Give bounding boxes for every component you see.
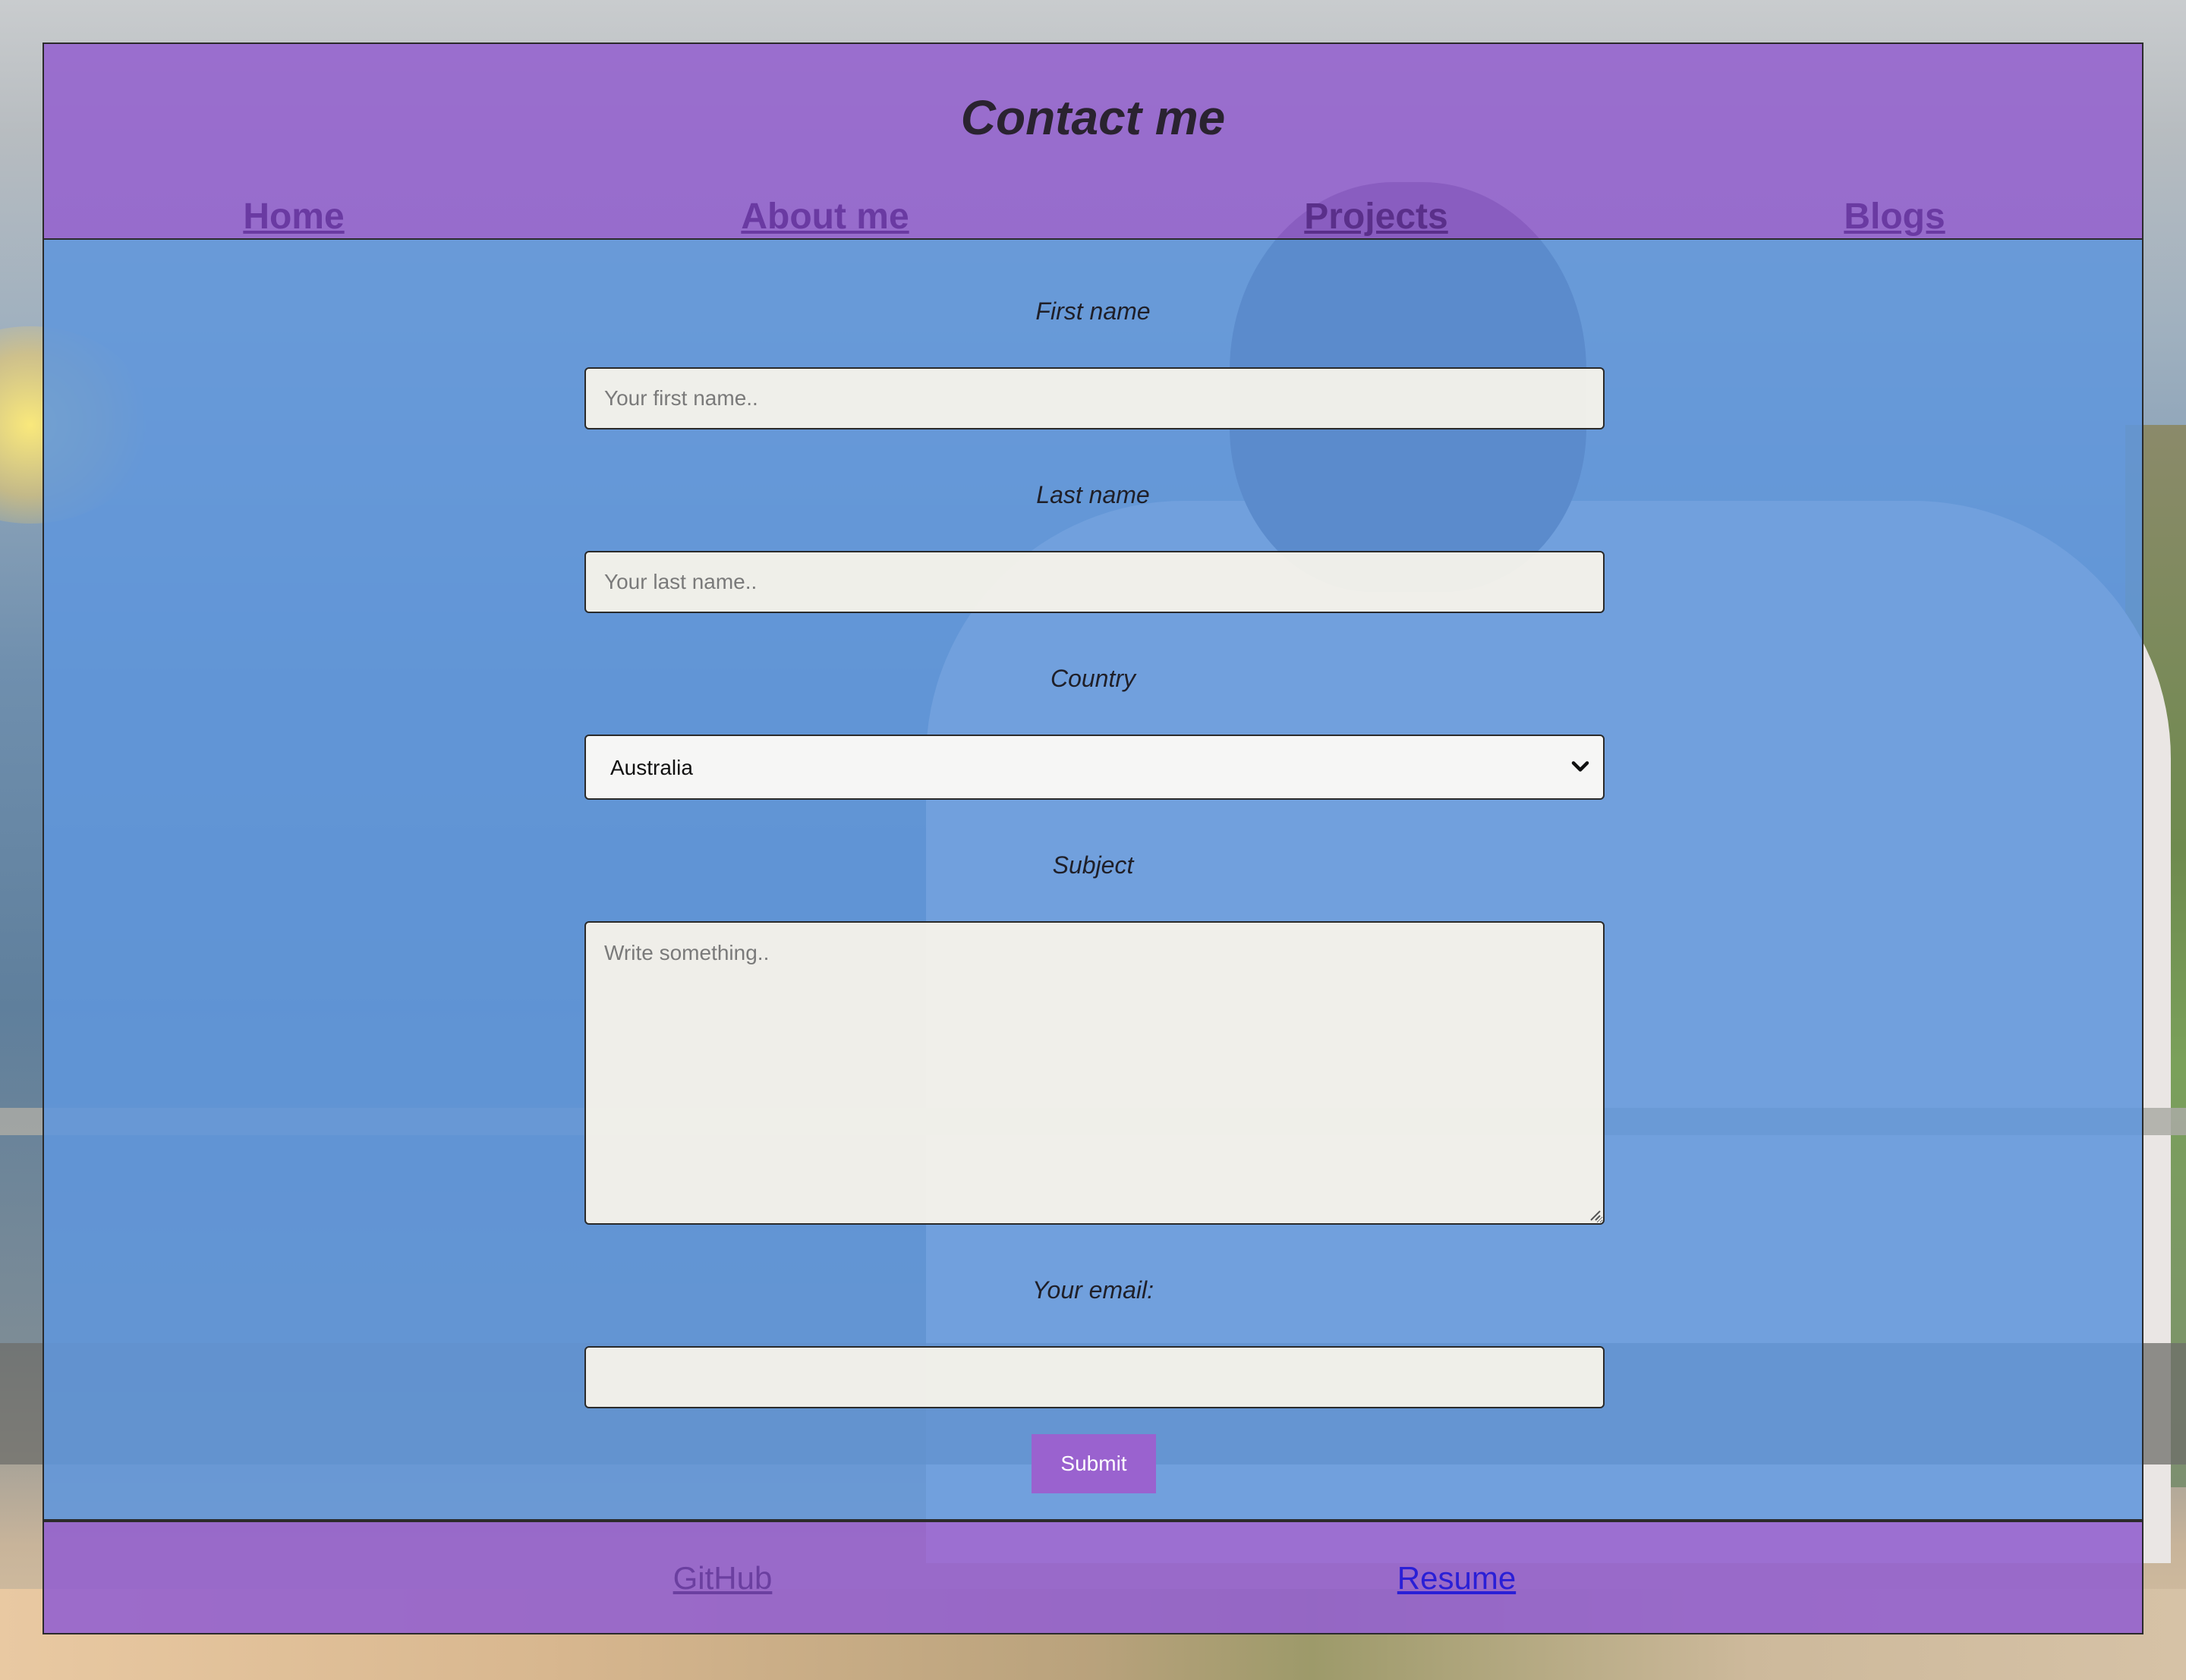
email-input[interactable]	[584, 1346, 1605, 1408]
first-name-input[interactable]	[584, 367, 1605, 429]
subject-textarea[interactable]	[584, 921, 1605, 1225]
page-footer: GitHub Resume	[43, 1521, 2143, 1634]
last-name-label: Last name	[1036, 481, 1150, 508]
contact-form-section: First name Last name Country Australia S…	[43, 240, 2143, 1521]
email-label: Your email:	[1032, 1276, 1154, 1304]
github-link[interactable]: GitHub	[673, 1560, 773, 1597]
nav-projects-link[interactable]: Projects	[1304, 196, 1447, 238]
main-nav: Home About me Projects Blogs	[44, 196, 2142, 241]
last-name-input[interactable]	[584, 551, 1605, 613]
page-header: Contact me Home About me Projects Blogs	[43, 42, 2143, 240]
resize-grip-icon[interactable]	[1586, 1207, 1602, 1222]
country-selected-value: Australia	[610, 756, 693, 779]
chevron-down-icon	[1571, 761, 1589, 772]
nav-about-link[interactable]: About me	[741, 196, 909, 238]
nav-home-link[interactable]: Home	[243, 196, 344, 238]
resume-link[interactable]: Resume	[1397, 1560, 1516, 1597]
page-title: Contact me	[960, 90, 1226, 145]
country-label: Country	[1050, 665, 1136, 692]
submit-button[interactable]: Submit	[1032, 1434, 1156, 1493]
nav-blogs-link[interactable]: Blogs	[1844, 196, 1945, 238]
subject-label: Subject	[1052, 851, 1134, 879]
first-name-label: First name	[1035, 297, 1151, 325]
country-select[interactable]: Australia	[584, 735, 1605, 800]
page-container: Contact me Home About me Projects Blogs …	[43, 42, 2143, 1634]
